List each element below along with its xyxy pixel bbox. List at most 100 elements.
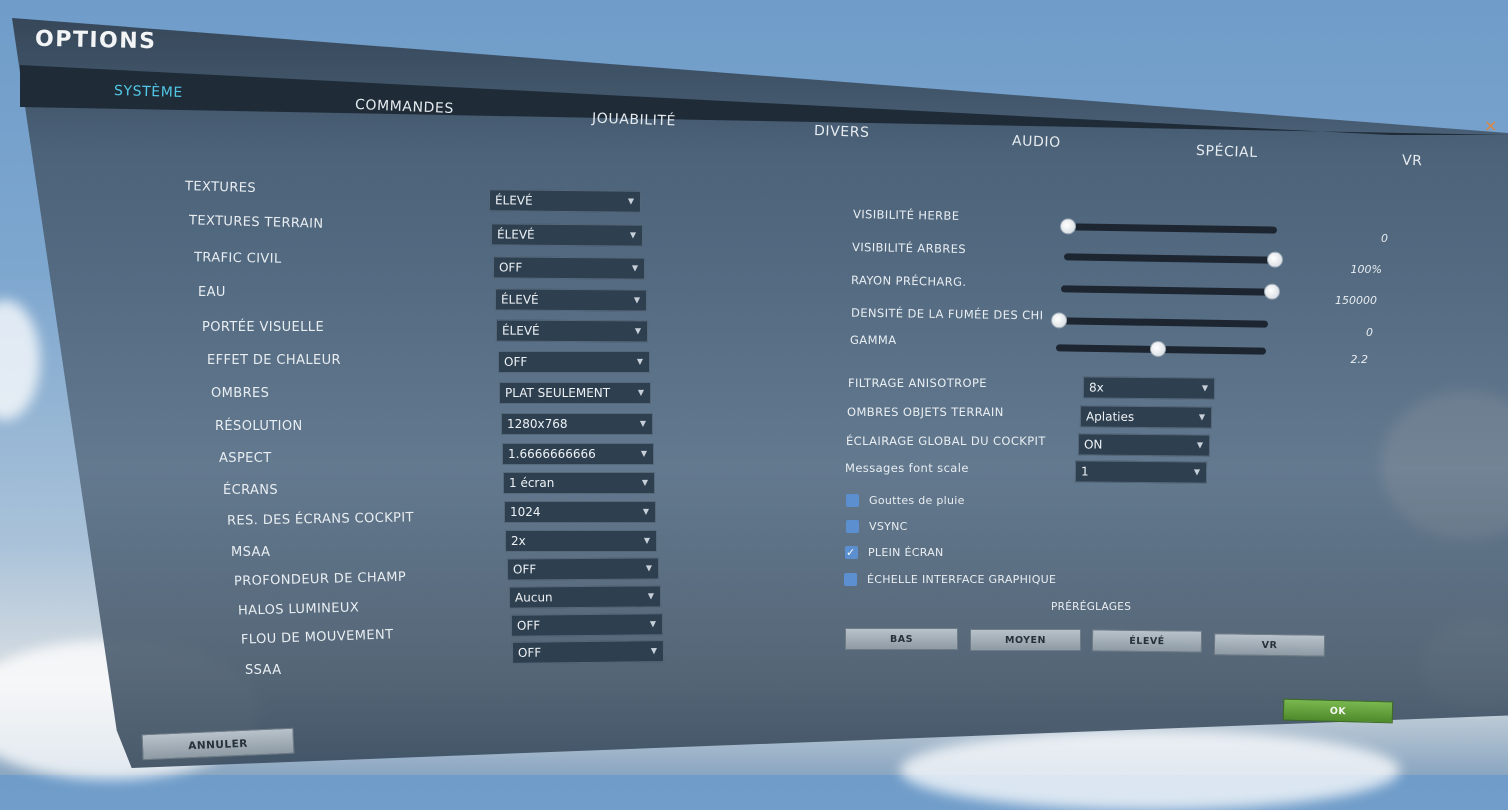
label-visibilite-arbres: VISIBILITÉ ARBRES [851, 240, 967, 256]
tab-audio[interactable]: AUDIO [1012, 133, 1061, 151]
select-effet-de-chaleur[interactable]: OFF ▼ [498, 351, 650, 373]
select-aspect[interactable]: 1.6666666666 ▼ [502, 443, 654, 465]
select-value: ÉLEVÉ [501, 323, 540, 338]
select-value: OFF [516, 618, 541, 633]
select-value: Aplaties [1085, 409, 1135, 424]
tab-special[interactable]: SPÉCIAL [1196, 143, 1258, 161]
select-value: 2x [511, 534, 526, 548]
cloud [900, 730, 1400, 810]
ok-button[interactable]: OK [1282, 698, 1394, 724]
select-trafic-civil[interactable]: OFF ▼ [492, 256, 646, 280]
preset-bas-button[interactable]: BAS [845, 628, 958, 650]
chevron-down-icon: ▼ [631, 263, 639, 273]
select-eclairage-global-cockpit[interactable]: ON ▼ [1077, 433, 1211, 457]
select-value: 1 [1080, 464, 1089, 479]
select-value: 1024 [510, 505, 541, 519]
tab-jouabilite[interactable]: JOUABILITÉ [592, 111, 677, 130]
label-echelle-interface: ÉCHELLE INTERFACE GRAPHIQUE [867, 573, 1057, 586]
checkbox-echelle-interface[interactable]: ✓ [844, 573, 857, 586]
select-value: 1.6666666666 [508, 447, 596, 461]
select-res-ecrans-cockpit[interactable]: 1024 ▼ [504, 501, 656, 523]
select-value: OFF [498, 260, 523, 275]
value-rayon-precharg: 150000 [1335, 294, 1377, 307]
value-visibilite-herbe: 0 [1381, 232, 1388, 245]
checkbox-vsync[interactable]: ✓ [846, 520, 859, 533]
label-halos-lumineux: HALOS LUMINEUX [237, 600, 360, 619]
select-filtrage-anisotrope[interactable]: 8x ▼ [1082, 376, 1216, 400]
value-visibilite-arbres: 100% [1350, 263, 1382, 276]
label-gouttes-de-pluie: Gouttes de pluie [869, 494, 965, 507]
presets-title: PRÉRÉGLAGES [1051, 601, 1132, 613]
label-ssaa: SSAA [245, 663, 282, 678]
label-trafic-civil: TRAFIC CIVIL [193, 250, 282, 267]
chevron-down-icon: ▼ [1201, 383, 1209, 393]
select-ecrans[interactable]: 1 écran ▼ [503, 472, 655, 494]
label-resolution: RÉSOLUTION [215, 419, 303, 434]
label-ombres-objets-terrain: OMBRES OBJETS TERRAIN [847, 405, 1004, 419]
label-plein-ecran: PLEIN ÉCRAN [868, 546, 944, 559]
select-ombres-objets-terrain[interactable]: Aplaties ▼ [1079, 405, 1213, 429]
tab-vr[interactable]: VR [1402, 153, 1423, 170]
preset-vr-button[interactable]: VR [1213, 633, 1326, 657]
value-gamma: 2.2 [1350, 353, 1369, 366]
select-textures-terrain[interactable]: ÉLEVÉ ▼ [490, 223, 644, 247]
select-portee-visuelle[interactable]: ÉLEVÉ ▼ [495, 319, 649, 343]
select-value: ÉLEVÉ [500, 292, 539, 307]
label-gamma: GAMMA [850, 333, 897, 347]
slider-knob[interactable] [1149, 340, 1166, 358]
select-value: OFF [517, 645, 542, 660]
label-effet-de-chaleur: EFFET DE CHALEUR [207, 353, 341, 368]
label-vsync: VSYNC [869, 520, 908, 533]
preset-moyen-button[interactable]: MOYEN [970, 629, 1081, 651]
select-ssaa[interactable]: OFF ▼ [511, 640, 665, 664]
chevron-down-icon: ▼ [1196, 440, 1204, 450]
select-messages-font-scale[interactable]: 1 ▼ [1074, 460, 1208, 484]
select-value: OFF [504, 355, 528, 369]
label-visibilite-herbe: VISIBILITÉ HERBE [852, 207, 960, 223]
select-value: PLAT SEULEMENT [505, 386, 611, 400]
select-halos-lumineux[interactable]: Aucun ▼ [508, 585, 662, 609]
value-densite-fumee: 0 [1366, 326, 1373, 339]
checkbox-gouttes-de-pluie[interactable]: ✓ [846, 494, 859, 507]
label-eclairage-global-cockpit: ÉCLAIRAGE GLOBAL DU COCKPIT [846, 434, 1046, 448]
tab-systeme[interactable]: SYSTÈME [114, 83, 183, 101]
select-resolution[interactable]: 1280x768 ▼ [501, 413, 653, 435]
select-value: 8x [1088, 380, 1104, 395]
label-ecrans: ÉCRANS [223, 483, 279, 498]
tab-divers[interactable]: DIVERS [814, 123, 870, 141]
select-eau[interactable]: ÉLEVÉ ▼ [494, 288, 648, 312]
select-value: ON [1083, 437, 1103, 452]
label-msaa: MSAA [231, 545, 271, 560]
chevron-down-icon: ▼ [1198, 412, 1206, 422]
select-value: OFF [512, 562, 537, 577]
checkbox-plein-ecran[interactable]: ✓ [845, 546, 858, 559]
chevron-down-icon: ▼ [636, 357, 643, 366]
close-icon[interactable]: × [1484, 116, 1497, 135]
chevron-down-icon: ▼ [642, 507, 649, 516]
label-portee-visuelle: PORTÉE VISUELLE [202, 320, 325, 335]
select-value: 1 écran [509, 476, 555, 490]
label-eau: EAU [198, 285, 226, 300]
label-messages-font-scale: Messages font scale [845, 461, 969, 475]
check-icon: ✓ [846, 546, 856, 559]
chevron-down-icon: ▼ [637, 388, 644, 397]
select-value: ÉLEVÉ [496, 227, 535, 242]
label-densite-fumee: DENSITÉ DE LA FUMÉE DES CHI [850, 305, 1044, 323]
chevron-down-icon: ▼ [649, 619, 657, 629]
label-ombres: OMBRES [211, 386, 270, 401]
select-flou-de-mouvement[interactable]: OFF ▼ [510, 613, 664, 637]
select-profondeur-de-champ[interactable]: OFF ▼ [506, 557, 660, 581]
chevron-down-icon: ▼ [643, 536, 650, 545]
chevron-down-icon: ▼ [633, 295, 641, 305]
select-ombres[interactable]: PLAT SEULEMENT ▼ [499, 382, 651, 404]
chevron-down-icon: ▼ [629, 230, 637, 240]
select-value: Aucun [514, 590, 553, 605]
label-aspect: ASPECT [219, 451, 272, 466]
select-textures[interactable]: ÉLEVÉ ▼ [488, 189, 642, 213]
chevron-down-icon: ▼ [641, 478, 648, 487]
cloud [0, 300, 40, 420]
chevron-down-icon: ▼ [647, 591, 655, 601]
select-msaa[interactable]: 2x ▼ [505, 530, 657, 552]
label-rayon-precharg: RAYON PRÉCHARG. [850, 272, 967, 290]
preset-eleve-button[interactable]: ÉLEVÉ [1091, 629, 1203, 653]
